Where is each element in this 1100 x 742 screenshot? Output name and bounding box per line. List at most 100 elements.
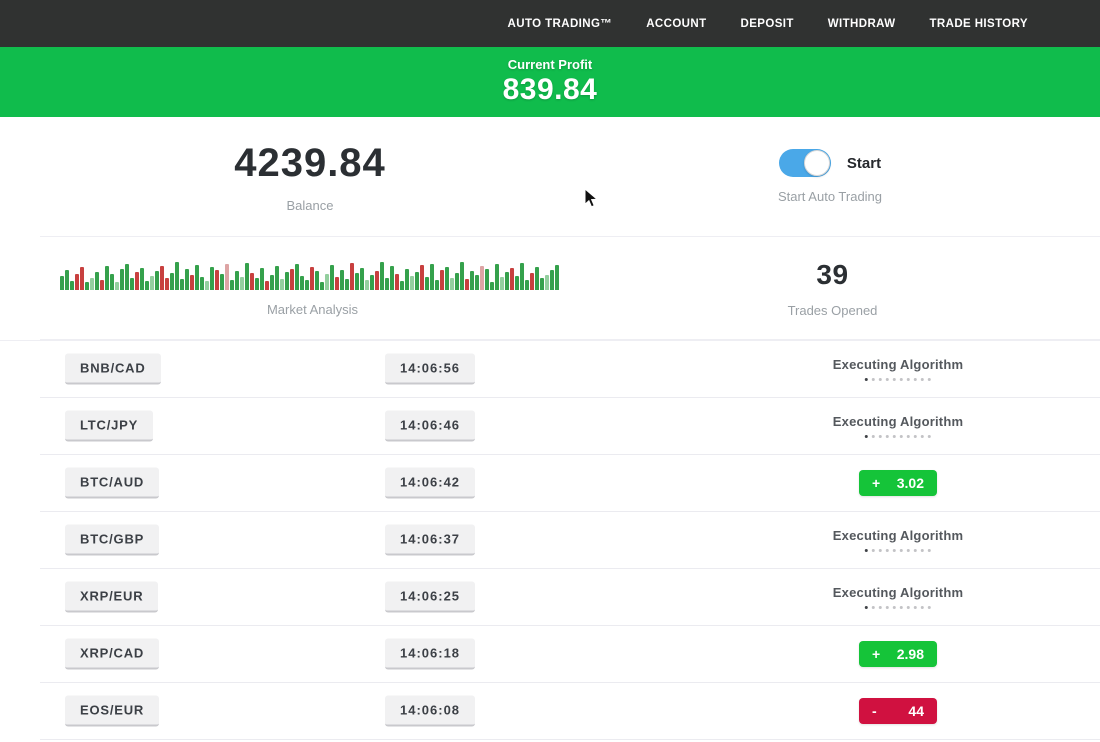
market-bar <box>505 272 509 290</box>
market-bar <box>255 278 259 290</box>
nav-account[interactable]: ACCOUNT <box>646 18 706 30</box>
market-bar <box>90 278 94 290</box>
market-bar <box>245 263 249 290</box>
progress-dot <box>907 606 910 609</box>
executing-algorithm-label: Executing Algorithm <box>833 414 963 429</box>
market-bar <box>290 269 294 290</box>
progress-dot <box>879 549 882 552</box>
market-bar <box>385 278 389 290</box>
market-bar <box>70 281 74 290</box>
market-bar <box>550 270 554 290</box>
market-bar <box>370 275 374 290</box>
progress-dot <box>900 606 903 609</box>
market-bar <box>130 278 134 290</box>
result-value: 44 <box>908 703 924 719</box>
progress-dot <box>900 435 903 438</box>
market-bar <box>335 277 339 290</box>
market-bar <box>125 264 129 290</box>
market-bar <box>75 274 79 290</box>
executing-progress-dots <box>865 435 931 438</box>
progress-dot <box>872 435 875 438</box>
progress-dot <box>886 435 889 438</box>
progress-dot <box>928 435 931 438</box>
market-bar <box>390 266 394 290</box>
market-bar <box>440 270 444 290</box>
market-bar <box>380 262 384 290</box>
market-bar <box>475 275 479 290</box>
market-bar <box>235 271 239 290</box>
executing-progress-dots <box>865 378 931 381</box>
market-bar <box>220 274 224 290</box>
top-navbar: AUTO TRADING™ ACCOUNT DEPOSIT WITHDRAW T… <box>0 0 1100 47</box>
market-bar <box>350 263 354 290</box>
trade-result: +3.02 <box>859 470 937 496</box>
market-bar <box>140 268 144 290</box>
market-bar <box>295 264 299 290</box>
market-bar <box>200 277 204 290</box>
pair-badge: XRP/EUR <box>65 582 158 613</box>
progress-dot <box>921 435 924 438</box>
market-bar <box>260 268 264 290</box>
progress-dot <box>865 378 868 381</box>
progress-dot <box>886 549 889 552</box>
progress-dot <box>886 606 889 609</box>
time-badge: 14:06:25 <box>385 582 475 613</box>
progress-dot <box>914 606 917 609</box>
market-bar <box>460 262 464 290</box>
market-bar <box>515 276 519 290</box>
progress-dot <box>928 549 931 552</box>
progress-dot <box>872 378 875 381</box>
pair-badge: BNB/CAD <box>65 354 161 385</box>
trade-row: BTC/AUD14:06:42+3.02 <box>40 455 1100 512</box>
market-bar <box>300 276 304 290</box>
market-bar <box>450 278 454 290</box>
pair-badge: LTC/JPY <box>65 411 153 442</box>
market-bar <box>495 264 499 290</box>
progress-dot <box>907 435 910 438</box>
market-bar <box>165 278 169 290</box>
market-bar <box>60 276 64 290</box>
market-bar <box>310 267 314 290</box>
current-profit-label: Current Profit <box>508 57 593 72</box>
executing-algorithm-label: Executing Algorithm <box>833 585 963 600</box>
result-sign: + <box>872 475 880 491</box>
market-bar <box>110 274 114 290</box>
market-bar <box>455 273 459 290</box>
market-bar <box>225 264 229 290</box>
trades-list: BNB/CAD14:06:56Executing Algorithm LTC/JP… <box>0 340 1100 740</box>
market-bar <box>145 281 149 290</box>
result-sign: + <box>872 646 880 662</box>
market-bar <box>545 275 549 290</box>
pair-badge: BTC/AUD <box>65 468 159 499</box>
market-bar <box>415 272 419 290</box>
market-bar <box>420 265 424 290</box>
market-bar <box>435 280 439 290</box>
progress-dot <box>900 549 903 552</box>
market-bar <box>485 269 489 290</box>
progress-dot <box>879 435 882 438</box>
market-bar <box>445 267 449 290</box>
trades-opened-label: Trades Opened <box>788 303 878 318</box>
market-bar <box>105 266 109 290</box>
trade-row: EOS/EUR14:06:08-44 <box>40 683 1100 740</box>
balance-value: 4239.84 <box>234 141 386 186</box>
market-bar <box>65 270 69 290</box>
nav-withdraw[interactable]: WITHDRAW <box>828 18 896 30</box>
nav-trade-history[interactable]: TRADE HISTORY <box>930 18 1029 30</box>
progress-dot <box>865 435 868 438</box>
trade-row: BNB/CAD14:06:56Executing Algorithm <box>40 341 1100 398</box>
market-bar <box>525 280 529 290</box>
auto-trading-toggle[interactable] <box>779 149 831 177</box>
balance-label: Balance <box>287 198 334 213</box>
market-bar <box>395 274 399 290</box>
market-bar <box>535 267 539 290</box>
market-bar <box>315 271 319 290</box>
current-profit-banner: Current Profit 839.84 <box>0 47 1100 117</box>
market-bar <box>355 273 359 290</box>
nav-auto-trading[interactable]: AUTO TRADING™ <box>508 18 613 30</box>
market-bar <box>85 282 89 290</box>
market-bar <box>135 272 139 290</box>
progress-dot <box>921 606 924 609</box>
nav-deposit[interactable]: DEPOSIT <box>741 18 794 30</box>
current-profit-value: 839.84 <box>503 73 598 107</box>
